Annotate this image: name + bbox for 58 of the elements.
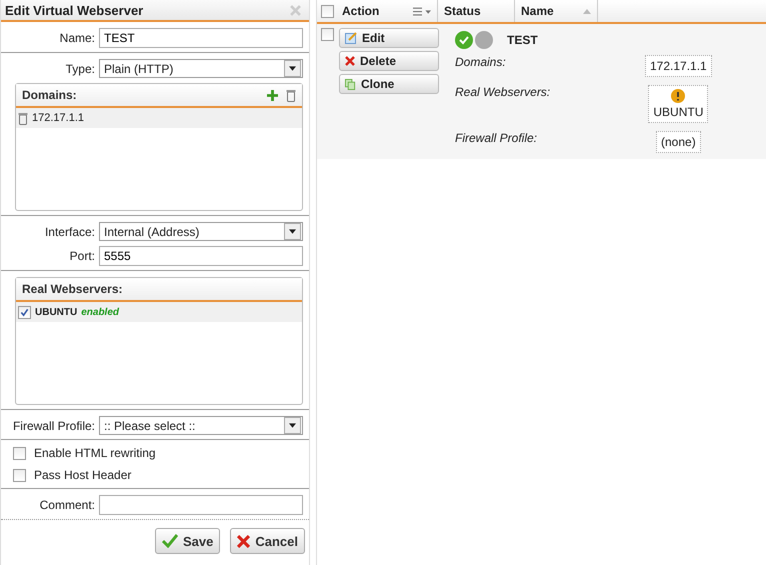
option-label: Pass Host Header [34, 468, 132, 482]
column-menu-icon[interactable] [413, 6, 431, 16]
detail-label: Real Webservers: [455, 85, 552, 99]
box-title: Domains: [22, 88, 77, 102]
checkbox[interactable] [321, 4, 334, 18]
close-icon[interactable] [290, 4, 301, 16]
trash-icon[interactable] [18, 112, 28, 124]
edit-icon [345, 32, 357, 44]
dropdown-arrow-icon [289, 229, 296, 234]
firewall-profile-dropdown[interactable]: :: Please select :: [99, 416, 303, 435]
comment-field[interactable] [99, 495, 303, 515]
dialog-title: Edit Virtual Webserver [5, 2, 144, 18]
field-label: Name: [58, 31, 95, 45]
detail-text: (none) [661, 135, 696, 149]
trash-icon[interactable] [286, 88, 296, 102]
box-title: Real Webservers: [22, 282, 122, 296]
status-ok-icon [455, 31, 473, 49]
checkbox[interactable] [13, 446, 26, 460]
detail-text: UBUNTU [653, 105, 704, 119]
cancel-button[interactable]: Cancel [230, 528, 305, 554]
domain-text: 172.17.1.1 [32, 112, 84, 124]
column-header[interactable]: Name [515, 0, 598, 22]
name-field[interactable]: TEST [99, 28, 303, 48]
close-icon [345, 56, 355, 66]
option-label: Enable HTML rewriting [34, 446, 156, 460]
warning-icon [671, 89, 686, 103]
dropdown-arrow-icon [289, 423, 296, 428]
close-icon [237, 534, 250, 548]
checkbox[interactable] [13, 468, 26, 482]
checkbox[interactable] [18, 306, 31, 318]
webserver-name: UBUNTU [35, 306, 78, 318]
port-field[interactable]: 5555 [99, 246, 303, 266]
field-label: Comment: [38, 498, 95, 512]
column-header[interactable]: Action [342, 4, 380, 18]
field-label: Firewall Profile: [12, 418, 95, 432]
type-dropdown[interactable]: Plain (HTTP) [99, 59, 303, 78]
dropdown-arrow-icon [289, 66, 296, 71]
status-inactive-icon [475, 31, 493, 49]
checkbox[interactable] [321, 28, 334, 41]
checkmark-icon [162, 534, 178, 548]
webserver-status: enabled [81, 306, 120, 318]
interface-dropdown[interactable]: Internal (Address) [99, 222, 303, 241]
field-label: Interface: [44, 224, 95, 238]
add-icon[interactable] [267, 90, 278, 100]
detail-label: Firewall Profile: [455, 131, 538, 145]
detail-text: 172.17.1.1 [650, 59, 707, 73]
copy-icon [345, 78, 356, 90]
clone-button[interactable]: Clone [339, 74, 439, 94]
edit-button[interactable]: Edit [339, 28, 439, 48]
delete-button[interactable]: Delete [339, 51, 439, 71]
field-label: Type: [64, 62, 95, 76]
sort-icon [583, 8, 591, 14]
field-label: Port: [68, 249, 95, 263]
webserver-name: TEST [507, 33, 538, 47]
detail-label: Domains: [455, 55, 507, 69]
domain-item[interactable]: 172.17.1.1 [16, 108, 302, 128]
column-header[interactable]: Status [438, 0, 515, 22]
save-button[interactable]: Save [154, 528, 220, 554]
